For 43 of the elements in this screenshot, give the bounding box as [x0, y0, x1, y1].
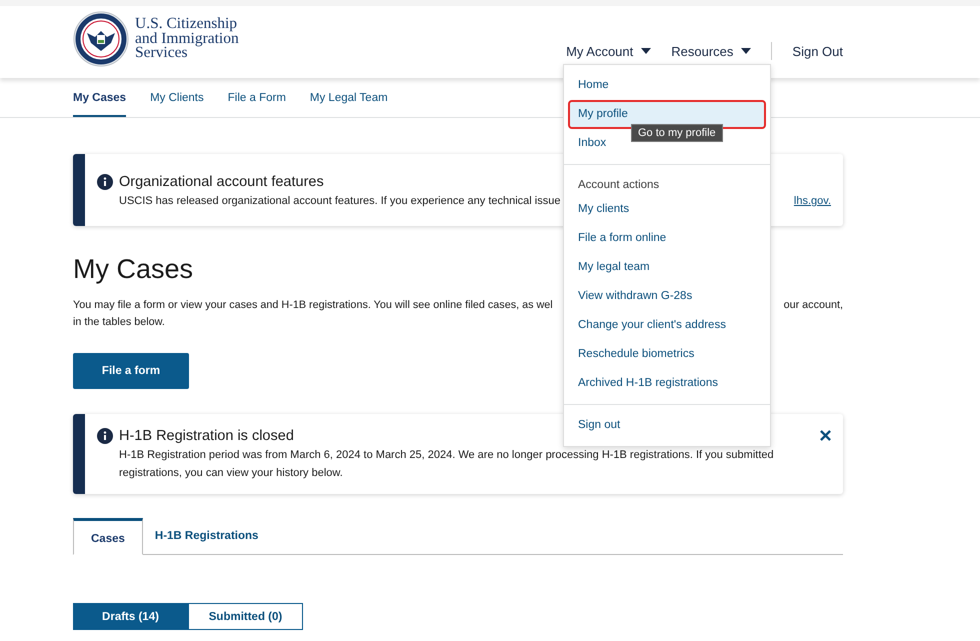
intro-text: in the tables below.: [73, 315, 165, 330]
agency-name-line: U.S. Citizenship: [135, 17, 238, 32]
nav-link[interactable]: Sign Out: [792, 44, 843, 58]
nav-link[interactable]: Resources: [671, 44, 752, 58]
subnav-tab[interactable]: My Clients: [150, 78, 204, 117]
menu-item[interactable]: My clients: [564, 195, 644, 224]
subnav-tab[interactable]: File a Form: [228, 78, 286, 117]
alert-text: H-1B Registration period was from March 6, 2024 to March 25, 2024. We are no longer processing H-1B registrations. If you submitted: [119, 448, 774, 463]
menu-item[interactable]: File a form online: [564, 224, 680, 253]
menu-item[interactable]: View withdrawn G-28s: [564, 282, 706, 311]
nav-link[interactable]: My Account: [566, 44, 652, 58]
alert-text: USCIS has released organizational account features. If you experience any technical issue: [119, 194, 560, 209]
alert-title: Organizational account features: [119, 174, 324, 190]
info-icon: [97, 428, 113, 444]
info-icon: [97, 174, 113, 190]
menu-item[interactable]: Change your client's address: [564, 311, 740, 340]
tab[interactable]: H-1B Registrations: [142, 518, 270, 555]
tab[interactable]: Cases: [73, 518, 143, 555]
seal-logo[interactable]: [73, 11, 129, 67]
file-form-button[interactable]: File a form: [73, 353, 189, 389]
menu-item[interactable]: My profile: [568, 100, 766, 129]
toggle-option[interactable]: Submitted (0): [188, 603, 303, 630]
intro-text: You may file a form or view your cases and H-1B registrations. You will see online filed cases, as wel: [73, 298, 553, 313]
alert-title: H-1B Registration is closed: [119, 428, 294, 444]
alert-text: lhs.gov.: [794, 194, 831, 209]
menu-item[interactable]: Archived H-1B registrations: [564, 369, 732, 398]
page-heading: My Cases: [73, 254, 194, 285]
menu-item[interactable]: Inbox: [564, 129, 620, 158]
caret-icon: [641, 48, 652, 54]
caret-icon: [741, 48, 752, 54]
menu-item[interactable]: Reschedule biometrics: [564, 340, 708, 369]
agency-name-line: and Immigration: [135, 32, 239, 46]
subnav-tab[interactable]: My Cases: [73, 78, 126, 117]
menu-item[interactable]: Sign out: [564, 411, 634, 440]
tooltip: Go to my profile: [631, 124, 723, 142]
menu-item[interactable]: My legal team: [564, 253, 664, 282]
subnav-tab[interactable]: My Legal Team: [310, 78, 388, 117]
toggle-option[interactable]: Drafts (14): [73, 603, 188, 630]
agency-name-line: Services: [135, 46, 188, 61]
menu-item[interactable]: Home: [564, 71, 623, 100]
alert-text: registrations, you can view your history below.: [119, 466, 343, 481]
menu-heading: Account actions: [577, 178, 660, 193]
intro-text: our account,: [784, 298, 843, 313]
